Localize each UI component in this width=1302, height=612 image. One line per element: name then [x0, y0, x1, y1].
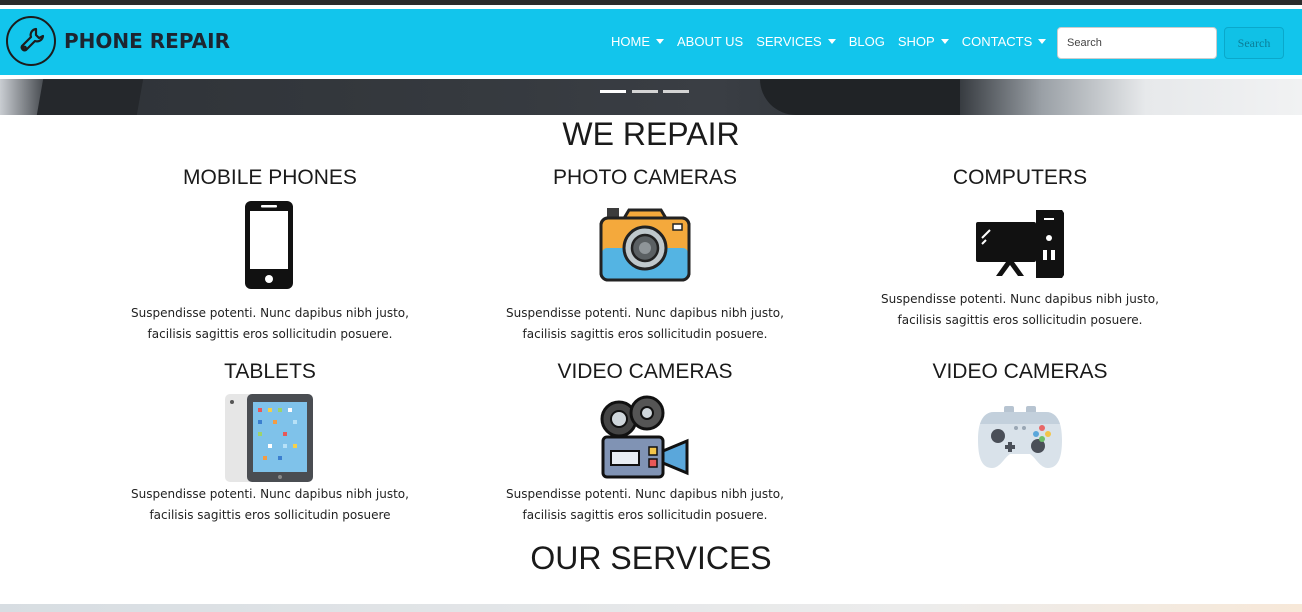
next-section-edge: [0, 604, 1302, 612]
carousel-indicator-3[interactable]: [663, 90, 689, 93]
description-line: Suspendisse potenti. Nunc dapibus nibh j…: [506, 487, 784, 501]
nav-about-us[interactable]: ABOUT US: [677, 34, 743, 49]
video-cameras-title: VIDEO CAMERAS: [557, 360, 733, 383]
we-repair-heading: WE REPAIR: [562, 116, 740, 152]
caret-down-icon: [940, 39, 949, 44]
description-line: Suspendisse potenti. Nunc dapibus nibh j…: [131, 306, 409, 320]
computers-description: Suspendisse potenti. Nunc dapibus nibh j…: [840, 289, 1200, 331]
main-nav: HOME ABOUT US SERVICES BLOG SHOP CONTACT…: [611, 34, 1059, 49]
navbar: PHONE REPAIR HOME ABOUT US SERVICES BLOG…: [0, 9, 1302, 75]
hero-image-shape: [36, 79, 144, 115]
mobile-phone-icon: [243, 200, 295, 294]
our-services-heading: OUR SERVICES: [530, 540, 772, 576]
nav-home[interactable]: HOME: [611, 34, 664, 49]
computer-icon: [974, 208, 1066, 284]
nav-shop-label: SHOP: [897, 34, 935, 49]
gamepad-icon: [976, 404, 1064, 476]
mobile-phones-title: MOBILE PHONES: [183, 166, 357, 189]
description-line: facilisis sagittis eros sollicitudin pos…: [147, 327, 393, 341]
description-line: facilisis sagittis eros sollicitudin pos…: [522, 327, 768, 341]
search-button[interactable]: Search: [1224, 27, 1284, 59]
hero-carousel: [0, 79, 1302, 115]
search-input[interactable]: [1057, 27, 1217, 59]
photo-camera-icon: [599, 206, 691, 286]
nav-about-label: ABOUT US: [677, 34, 744, 49]
top-border: [0, 0, 1302, 5]
nav-contacts[interactable]: CONTACTS: [962, 34, 1047, 49]
hero-image-shape: [760, 79, 960, 115]
tablet-icon: [223, 392, 315, 488]
nav-contacts-label: CONTACTS: [961, 34, 1033, 49]
description-line: Suspendisse potenti. Nunc dapibus nibh j…: [506, 306, 784, 320]
caret-down-icon: [1038, 39, 1047, 44]
brand-name[interactable]: PHONE REPAIR: [64, 29, 230, 53]
photo-cameras-title: PHOTO CAMERAS: [553, 166, 737, 189]
video-camera-icon: [599, 395, 691, 485]
nav-services[interactable]: SERVICES: [756, 34, 836, 49]
nav-blog-label: BLOG: [848, 34, 885, 49]
nav-shop[interactable]: SHOP: [898, 34, 949, 49]
caret-down-icon: [827, 39, 836, 44]
caret-down-icon: [656, 39, 664, 44]
description-line: Suspendisse potenti. Nunc dapibus nibh j…: [881, 292, 1159, 306]
carousel-indicator-2[interactable]: [632, 90, 658, 93]
carousel-indicator-1[interactable]: [600, 90, 626, 93]
tablets-title: TABLETS: [224, 360, 316, 383]
nav-home-label: HOME: [611, 34, 650, 49]
nav-services-label: SERVICES: [756, 34, 822, 49]
description-line: Suspendisse potenti. Nunc dapibus nibh j…: [131, 487, 409, 501]
description-line: facilisis sagittis eros sollicitudin pos…: [897, 313, 1143, 327]
mobile-phones-description: Suspendisse potenti. Nunc dapibus nibh j…: [90, 303, 450, 345]
video-cameras-title-2: VIDEO CAMERAS: [932, 360, 1108, 383]
photo-cameras-description: Suspendisse potenti. Nunc dapibus nibh j…: [465, 303, 825, 345]
nav-blog[interactable]: BLOG: [849, 34, 885, 49]
video-cameras-description: Suspendisse potenti. Nunc dapibus nibh j…: [465, 484, 825, 526]
computers-title: COMPUTERS: [952, 166, 1088, 189]
wrench-logo-icon[interactable]: [6, 16, 56, 66]
description-line: facilisis sagittis eros sollicitudin pos…: [149, 508, 391, 522]
description-line: facilisis sagittis eros sollicitudin pos…: [522, 508, 768, 522]
tablets-description: Suspendisse potenti. Nunc dapibus nibh j…: [90, 484, 450, 526]
